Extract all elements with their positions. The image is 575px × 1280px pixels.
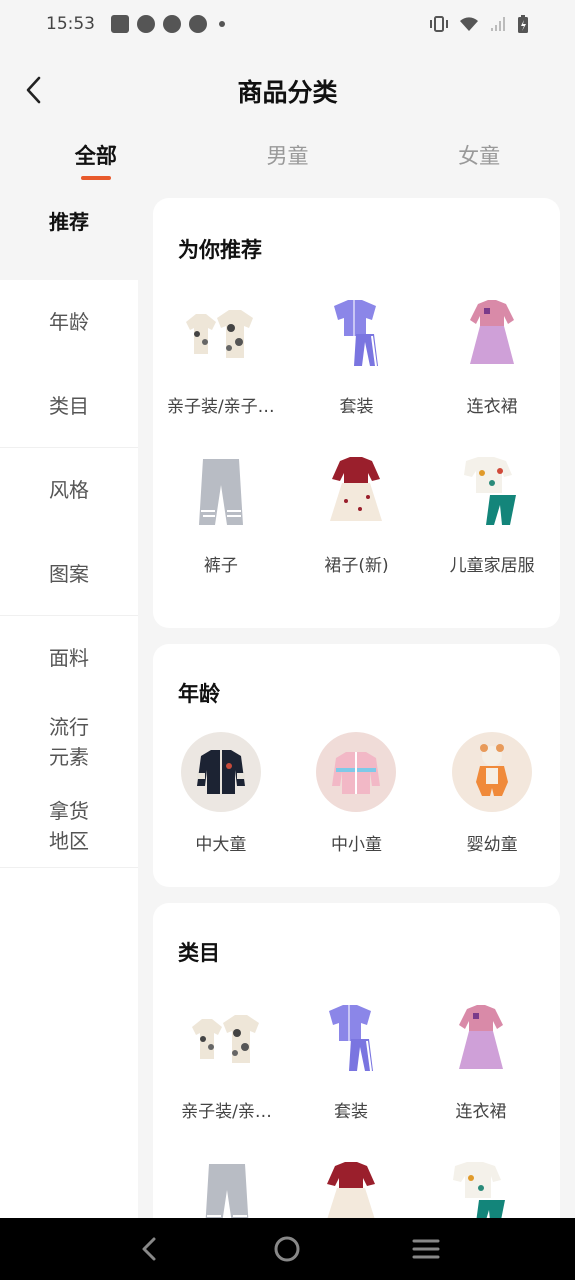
age-item-label: 中小童 (330, 835, 382, 855)
category-item[interactable]: 连衣裙 (416, 999, 546, 1122)
status-time: 15:53 (46, 14, 95, 34)
category-item[interactable]: 亲子装/亲… (167, 999, 286, 1122)
baby-romper-image (452, 732, 533, 812)
dress-image (441, 999, 521, 1079)
tracksuit-set-image (311, 999, 391, 1079)
section-title: 年龄 (178, 682, 220, 706)
sidebar-item-label: 面料 (49, 646, 89, 670)
tab-label: 男童 (266, 144, 309, 168)
age-item[interactable]: 中大童 (153, 732, 289, 855)
sidebar-item-pattern[interactable]: 图案 (0, 532, 138, 616)
sidebar-item-label: 类目 (49, 393, 89, 418)
section-title: 类目 (178, 941, 220, 965)
back-triangle-icon (142, 1237, 156, 1261)
pants-image (181, 453, 261, 533)
parent-child-outfit-image (181, 294, 261, 374)
sidebar-item-trend[interactable]: 流行元素 (0, 700, 138, 784)
category-item[interactable]: 裤子 (153, 453, 289, 576)
vibrate-icon (430, 16, 448, 32)
age-item-label: 中大童 (195, 835, 247, 855)
category-item-label: 亲子装/亲… (181, 1102, 272, 1122)
kids-homewear-image (452, 453, 532, 533)
sidebar-item-age[interactable]: 年龄 (0, 280, 138, 364)
older-kids-jacket-image (180, 732, 261, 812)
category-item-label: 裙子(新) (324, 556, 389, 576)
sidebar-item-style[interactable]: 风格 (0, 448, 138, 532)
category-item[interactable]: 亲子装/亲子… (153, 294, 289, 417)
category-section: 类目 亲子装/亲… 套装 连衣裙 (153, 903, 560, 1243)
signal-icon (491, 17, 505, 31)
tab-girls[interactable]: 女童 (383, 128, 575, 180)
battery-icon (518, 15, 528, 33)
section-title: 为你推荐 (178, 238, 262, 262)
category-item-label: 套装 (334, 1102, 368, 1122)
sidebar-item-label: 流行元素 (49, 715, 89, 769)
category-item-label: 连衣裙 (455, 1102, 507, 1122)
wifi-icon (460, 17, 478, 31)
sidebar-item-fabric[interactable]: 面料 (0, 616, 138, 700)
skirt-dress-image (316, 453, 396, 533)
shopping-bag-icon (111, 15, 129, 33)
tab-boys[interactable]: 男童 (192, 128, 384, 180)
page-title: 商品分类 (237, 78, 338, 107)
nav-back-button[interactable] (129, 1229, 169, 1269)
chevron-left-icon (26, 76, 41, 104)
nav-home-button[interactable] (267, 1229, 307, 1269)
category-item-label: 亲子装/亲子… (166, 397, 275, 417)
age-item[interactable]: 中小童 (289, 732, 425, 855)
app-notification-icon (137, 15, 155, 33)
sidebar-item-label: 风格 (49, 478, 89, 502)
home-circle-icon (274, 1236, 300, 1262)
app-notification-icon (189, 15, 207, 33)
younger-kids-jacket-image (316, 732, 397, 812)
header: 商品分类 (0, 56, 575, 126)
age-item-label: 婴幼童 (466, 835, 518, 855)
status-bar: 15:53 (0, 0, 575, 48)
dress-image (452, 294, 532, 374)
gender-tabs: 全部 男童 女童 (0, 128, 575, 180)
category-item-label: 儿童家居服 (449, 556, 535, 576)
age-item[interactable]: 婴幼童 (424, 732, 560, 855)
tab-label: 全部 (74, 144, 117, 168)
category-item[interactable]: 套装 (286, 999, 416, 1122)
tab-label: 女童 (458, 144, 501, 168)
category-item[interactable]: 裙子(新) (289, 453, 425, 576)
nav-recents-button[interactable] (406, 1229, 446, 1269)
back-button[interactable] (14, 70, 54, 110)
more-notifications-icon (219, 21, 225, 27)
category-item[interactable]: 套装 (289, 294, 425, 417)
category-sidebar: 推荐 年龄 类目 风格 图案 面料 流行元素 拿货地区 (0, 180, 138, 1218)
tracksuit-set-image (316, 294, 396, 374)
category-item[interactable]: 儿童家居服 (424, 453, 560, 576)
sidebar-item-label: 拿货地区 (49, 798, 89, 853)
category-item-label: 连衣裙 (466, 397, 518, 417)
category-item-label: 裤子 (203, 556, 238, 576)
category-item-label: 套装 (339, 397, 374, 417)
sidebar-item-region[interactable]: 拿货地区 (0, 784, 138, 868)
app-notification-icon (163, 15, 181, 33)
recommend-section: 为你推荐 亲子装/亲子… 套装 连衣裙 裤子 裙子(新) 儿童家居服 (153, 198, 560, 628)
system-nav-bar (0, 1218, 575, 1280)
age-section: 年龄 中大童 中小童 婴幼童 (153, 644, 560, 887)
menu-lines-icon (412, 1239, 440, 1259)
sidebar-item-label: 推荐 (49, 210, 89, 234)
sidebar-item-label: 图案 (49, 561, 89, 586)
category-item[interactable]: 连衣裙 (424, 294, 560, 417)
tab-all[interactable]: 全部 (0, 128, 192, 180)
parent-child-outfit-image (187, 999, 267, 1079)
sidebar-item-recommend[interactable]: 推荐 (0, 180, 138, 264)
sidebar-item-label: 年龄 (49, 310, 89, 334)
sidebar-item-category[interactable]: 类目 (0, 364, 138, 448)
